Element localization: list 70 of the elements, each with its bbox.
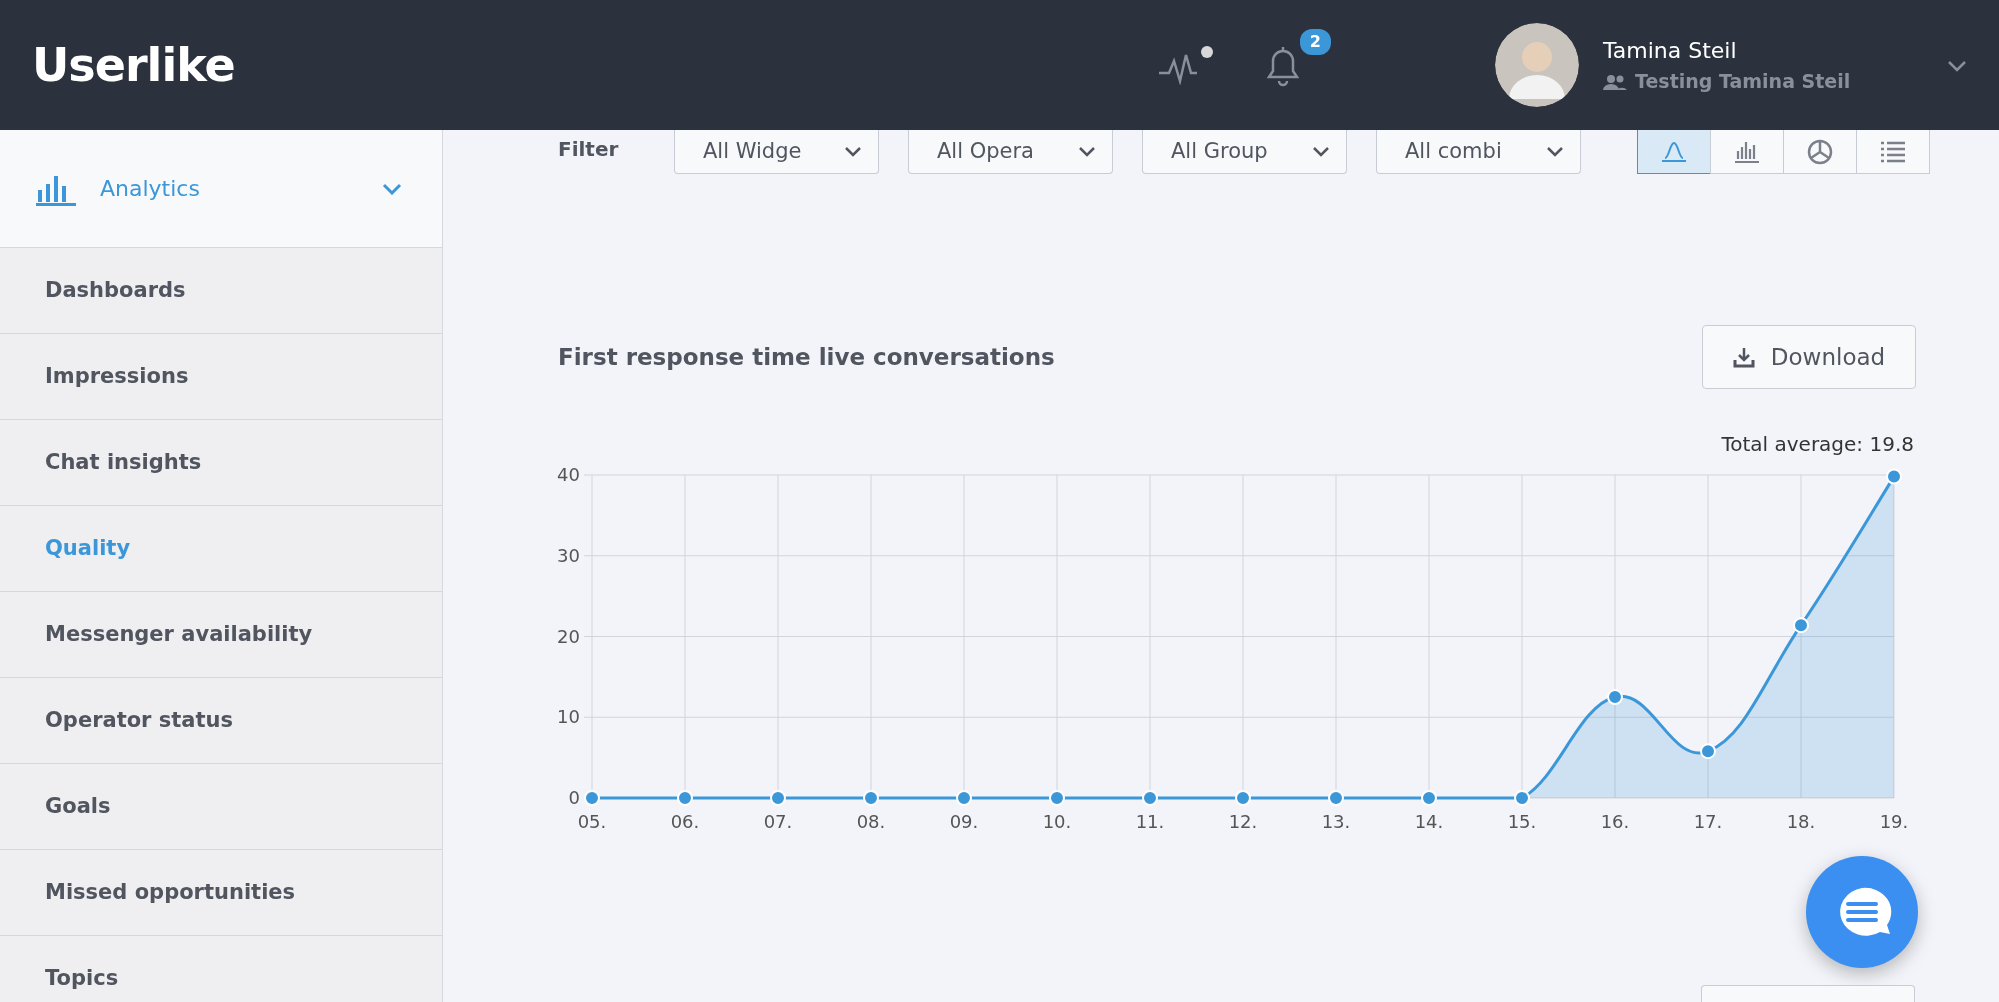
- x-axis-label: 17.: [1693, 811, 1723, 832]
- dropdown[interactable]: All Group: [1142, 130, 1347, 174]
- x-axis-label: 18.: [1786, 811, 1816, 832]
- data-point: [1142, 790, 1158, 806]
- x-axis-label: 15.: [1507, 811, 1537, 832]
- chevron-down-icon: [1078, 146, 1096, 157]
- sidebar-item[interactable]: Goals: [0, 764, 442, 850]
- data-point: [1886, 468, 1902, 485]
- y-axis-label: 0: [568, 787, 580, 808]
- bell-curve-view-button[interactable]: [1637, 130, 1711, 174]
- chevron-down-icon: [1546, 146, 1564, 157]
- data-point: [1700, 743, 1716, 760]
- x-axis-label: 09.: [949, 811, 979, 832]
- x-axis-label: 08.: [856, 811, 886, 832]
- x-axis-label: 14.: [1414, 811, 1444, 832]
- y-axis-label: 40: [557, 464, 580, 485]
- people-icon: [1603, 73, 1627, 90]
- x-axis-label: 19.: [1879, 811, 1909, 832]
- sidebar-item[interactable]: Topics: [0, 936, 442, 1002]
- x-axis-label: 05.: [577, 811, 607, 832]
- activity-icon[interactable]: [1157, 45, 1213, 85]
- x-axis-label: 11.: [1135, 811, 1165, 832]
- bar-chart-view-button[interactable]: [1710, 130, 1784, 174]
- filter-label: Filter: [558, 136, 620, 163]
- x-axis-label: 06.: [670, 811, 700, 832]
- data-point: [677, 790, 693, 806]
- report-title: First response time live conversations: [558, 342, 1056, 372]
- x-axis-label: 13.: [1321, 811, 1351, 832]
- chevron-down-icon: [1312, 146, 1330, 157]
- chat-button[interactable]: [1806, 856, 1918, 968]
- sidebar-item[interactable]: Operator status: [0, 678, 442, 764]
- data-point: [956, 790, 972, 806]
- dropdown[interactable]: All Opera: [908, 130, 1113, 174]
- sidebar-item[interactable]: Impressions: [0, 334, 442, 420]
- data-point: [1514, 790, 1530, 806]
- data-point: [1793, 617, 1809, 634]
- x-axis-label: 16.: [1600, 811, 1630, 832]
- download-icon: [1732, 346, 1755, 368]
- sidebar-item[interactable]: Messenger availability: [0, 592, 442, 678]
- data-point: [1421, 790, 1437, 806]
- pie-chart-icon: [1806, 138, 1834, 165]
- sidebar-item[interactable]: Dashboards: [0, 248, 442, 334]
- chevron-down-icon[interactable]: [1947, 59, 1967, 72]
- download-button[interactable]: Download: [1702, 325, 1916, 389]
- pie-chart-view-button[interactable]: [1783, 130, 1857, 174]
- dropdown[interactable]: All Widge: [674, 130, 879, 174]
- data-point: [584, 790, 600, 806]
- x-axis-label: 10.: [1042, 811, 1072, 832]
- logo[interactable]: Userlike: [32, 30, 235, 100]
- x-axis-label: 07.: [763, 811, 793, 832]
- y-axis-label: 10: [557, 706, 580, 728]
- data-point: [1328, 790, 1344, 806]
- y-axis-label: 20: [557, 625, 580, 647]
- data-point: [770, 790, 786, 806]
- data-point: [1235, 790, 1251, 806]
- avatar[interactable]: [1495, 23, 1579, 107]
- user-subtitle: Testing Tamina Steil: [1635, 69, 1851, 95]
- y-axis-label: 30: [557, 544, 580, 566]
- total-average: Total average: 19.8: [1721, 431, 1914, 458]
- sidebar-item[interactable]: Chat insights: [0, 420, 442, 506]
- user-name: Tamina Steil: [1603, 37, 1738, 66]
- sidebar-item[interactable]: Missed opportunities: [0, 850, 442, 936]
- chevron-down-icon: [844, 146, 862, 157]
- data-point: [1049, 790, 1065, 806]
- x-axis-label: 12.: [1228, 811, 1258, 832]
- data-point: [863, 790, 879, 806]
- list-view-button[interactable]: [1856, 130, 1930, 174]
- data-point: [1607, 689, 1623, 706]
- notification-badge: 2: [1299, 29, 1331, 55]
- dropdown[interactable]: All combi: [1376, 130, 1581, 174]
